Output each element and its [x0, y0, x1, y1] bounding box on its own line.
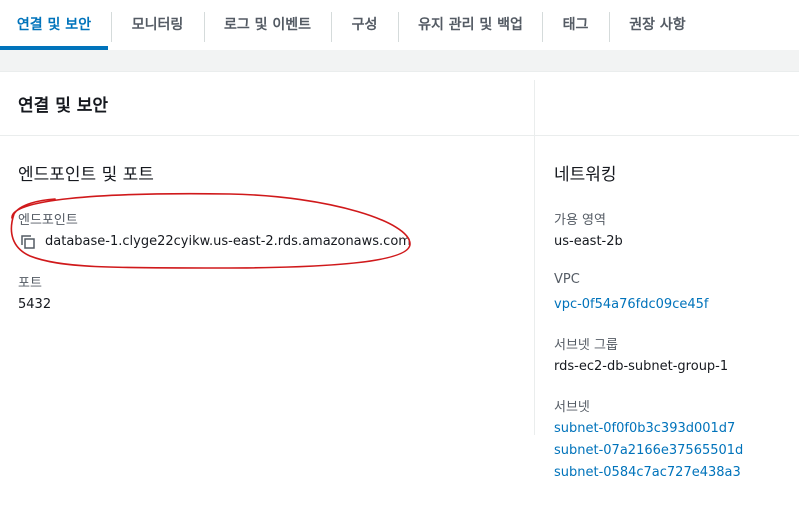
- subnet-link[interactable]: subnet-07a2166e37565501d: [554, 443, 743, 458]
- subnet-group-label: 서브넷 그룹: [554, 338, 618, 353]
- tab-configuration[interactable]: 구성: [332, 0, 397, 50]
- vpc-link[interactable]: vpc-0f54a76fdc09ce45f: [554, 297, 708, 312]
- port-label: 포트: [18, 276, 42, 291]
- page-background-band: [0, 50, 799, 71]
- vpc-label: VPC: [554, 272, 580, 287]
- availability-zone-label: 가용 영역: [554, 213, 606, 228]
- panel-title: 연결 및 보안: [18, 96, 109, 116]
- subnet-link[interactable]: subnet-0f0f0b3c393d001d7: [554, 421, 735, 436]
- endpoint-label: 엔드포인트: [18, 213, 78, 228]
- panel-header: 연결 및 보안: [0, 72, 799, 136]
- tab-monitoring[interactable]: 모니터링: [112, 0, 203, 50]
- port-value: 5432: [18, 297, 52, 312]
- subnet-group-value: rds-ec2-db-subnet-group-1: [554, 359, 729, 374]
- tab-maintenance-backups[interactable]: 유지 관리 및 백업: [399, 0, 542, 50]
- tab-logs-events[interactable]: 로그 및 이벤트: [205, 0, 330, 50]
- subnets-label: 서브넷: [554, 400, 590, 415]
- availability-zone-value: us-east-2b: [554, 234, 623, 249]
- endpoint-value: database-1.clyge22cyikw.us-east-2.rds.am…: [45, 234, 411, 249]
- copy-icon[interactable]: [20, 234, 36, 250]
- tab-tags[interactable]: 태그: [543, 0, 608, 50]
- tab-connectivity-security[interactable]: 연결 및 보안: [0, 0, 108, 50]
- networking-section-title: 네트워킹: [554, 165, 617, 185]
- tab-bar: 연결 및 보안 모니터링 로그 및 이벤트 구성 유지 관리 및 백업 태그 권…: [0, 0, 799, 50]
- endpoint-section-title: 엔드포인트 및 포트: [18, 165, 154, 185]
- tab-recommendations[interactable]: 권장 사항: [610, 0, 705, 50]
- column-divider: [534, 80, 535, 435]
- subnet-link[interactable]: subnet-0584c7ac727e438a3: [554, 465, 741, 480]
